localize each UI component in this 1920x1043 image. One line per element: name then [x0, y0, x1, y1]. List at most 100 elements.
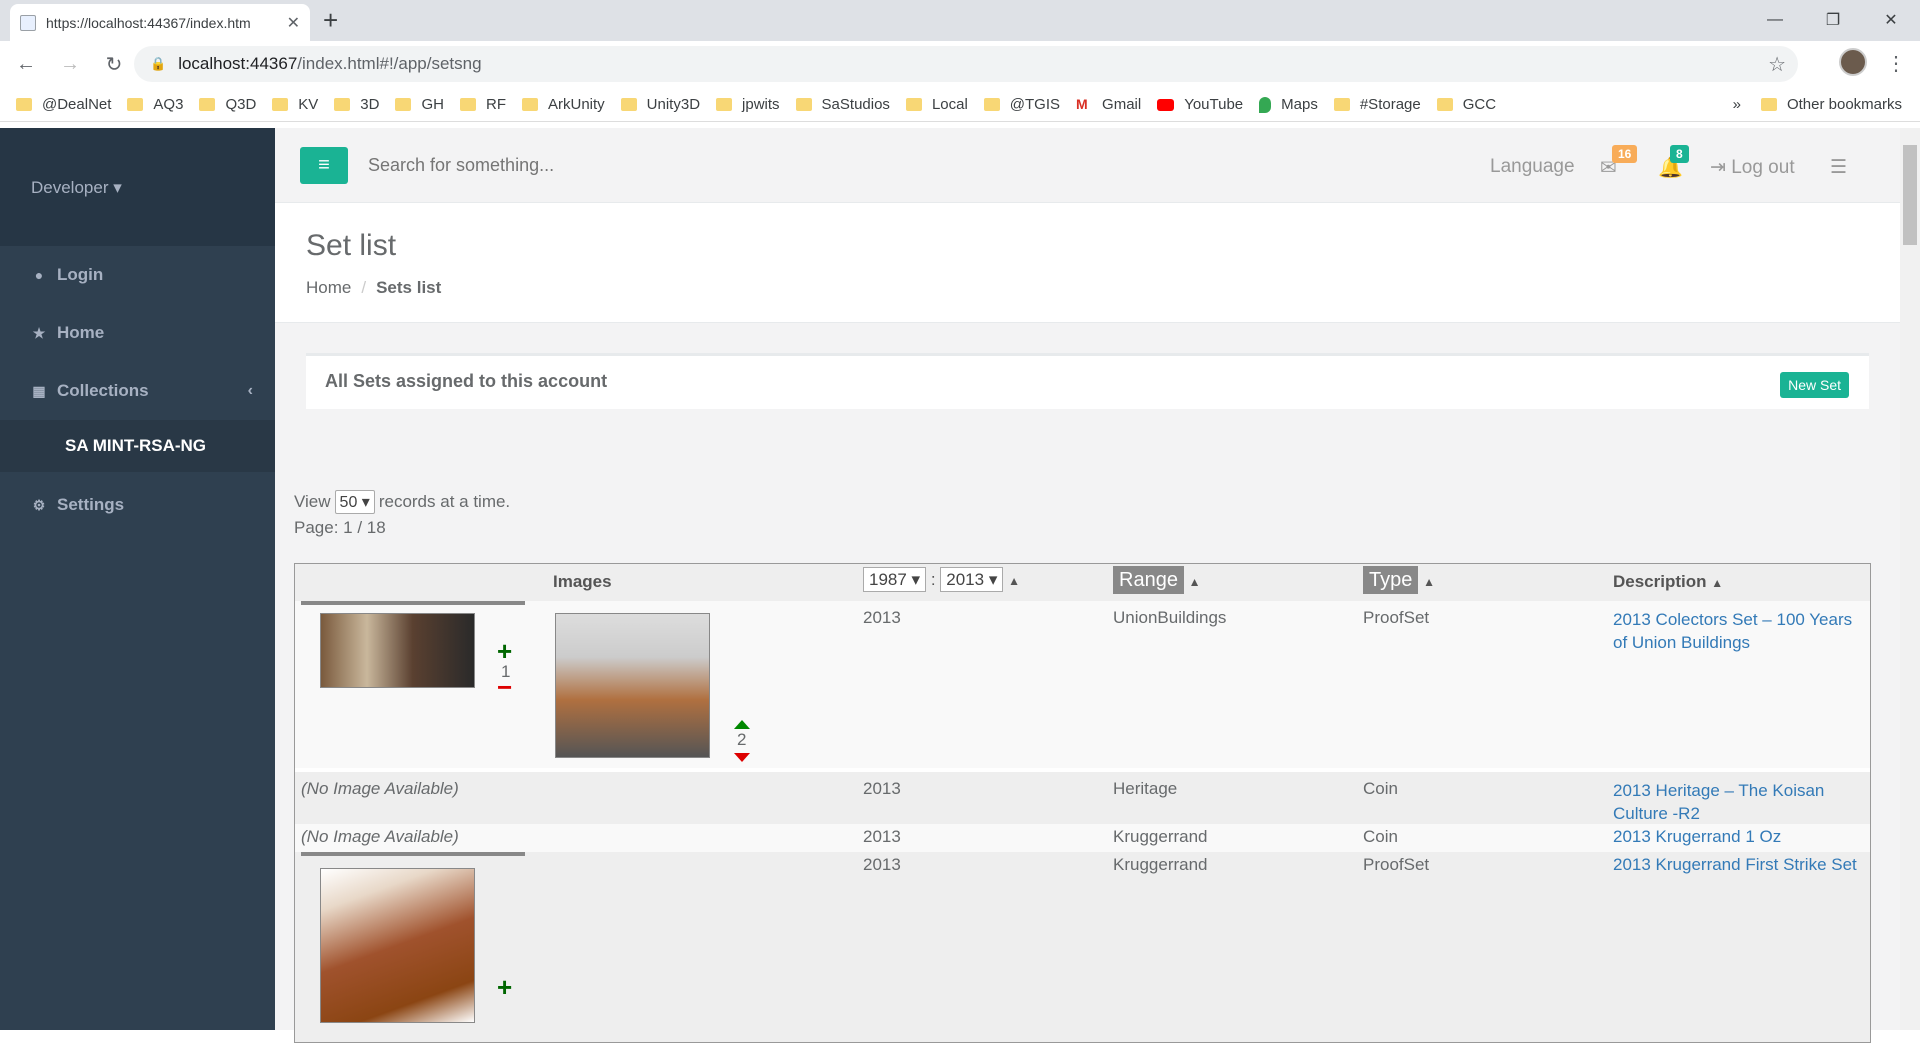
bookmark-item[interactable]: M Gmail: [1076, 96, 1141, 113]
range-cell: Kruggerrand: [1113, 827, 1208, 846]
add-image-icon[interactable]: +: [497, 972, 512, 1003]
folder-icon: [199, 98, 216, 111]
other-bookmarks[interactable]: Other bookmarks: [1760, 96, 1902, 113]
mail-badge: 16: [1612, 145, 1638, 163]
description-link[interactable]: 2013 Heritage – The Koisan Culture -R2: [1613, 779, 1858, 825]
year-cell: 2013: [863, 779, 901, 798]
range-header[interactable]: Range ▲: [1113, 566, 1201, 594]
notification-badge: 8: [1670, 145, 1689, 163]
new-tab-icon[interactable]: +: [323, 6, 338, 34]
bookmark-item[interactable]: Unity3D: [620, 96, 700, 113]
no-image-label: (No Image Available): [301, 827, 459, 846]
browser-tab-strip: https://localhost:44367/index.htm ✕ + — …: [0, 0, 1920, 41]
year-cell: 2013: [863, 827, 901, 846]
year-from-select[interactable]: 1987 ▾: [863, 567, 927, 592]
bookmark-item[interactable]: GCC: [1436, 96, 1496, 113]
move-down-icon[interactable]: [734, 753, 750, 762]
page-title: Set list: [306, 229, 397, 262]
profile-avatar[interactable]: [1839, 48, 1867, 76]
bookmark-item[interactable]: @TGIS: [983, 96, 1060, 113]
type-cell: ProofSet: [1363, 855, 1430, 874]
close-tab-icon[interactable]: ✕: [287, 13, 300, 33]
mail-icon[interactable]: ✉ 16: [1600, 145, 1638, 180]
set-image-thumbnail[interactable]: [320, 868, 475, 1023]
bookmark-item[interactable]: Maps: [1259, 96, 1318, 113]
range-cell: UnionBuildings: [1113, 608, 1227, 627]
folder-icon: [620, 98, 637, 111]
back-icon[interactable]: ←: [8, 47, 44, 83]
close-window-icon[interactable]: ✕: [1862, 0, 1920, 40]
search-input[interactable]: [368, 148, 768, 182]
folder-icon: [127, 98, 144, 111]
maps-icon: [1259, 96, 1272, 113]
page-scrollbar[interactable]: [1900, 128, 1920, 1030]
forward-icon[interactable]: →: [52, 47, 88, 83]
top-navbar: ≡ Language ✉16 🔔8 ⇥ Log out ☰: [275, 128, 1900, 203]
page-size-select[interactable]: 50 ▾: [334, 490, 375, 514]
bookmark-item[interactable]: RF: [459, 96, 506, 113]
bookmark-item[interactable]: @DealNet: [16, 96, 111, 113]
restore-icon[interactable]: ❐: [1804, 0, 1862, 40]
table-row: + 1 − 2 2013 UnionBuildings ProofSet 201…: [295, 601, 1870, 768]
no-image-label: (No Image Available): [301, 779, 459, 798]
sidebar-subitem-sa-mint[interactable]: SA MINT-RSA-NG: [0, 420, 275, 472]
logout-icon: ⇥: [1710, 157, 1732, 178]
browser-tab[interactable]: https://localhost:44367/index.htm ✕: [10, 4, 310, 41]
tab-title: https://localhost:44367/index.htm: [46, 14, 251, 31]
move-up-icon[interactable]: [734, 720, 750, 729]
year-to-select[interactable]: 2013 ▾: [940, 567, 1004, 592]
page-info: Page: 1 / 18: [294, 518, 386, 537]
bookmark-item[interactable]: GH: [395, 96, 444, 113]
folder-icon: [395, 98, 412, 111]
type-cell: Coin: [1363, 779, 1398, 798]
description-link[interactable]: 2013 Colectors Set – 100 Years of Union …: [1613, 608, 1858, 654]
sidebar-item-collections[interactable]: ▦ Collections ‹: [0, 362, 275, 420]
scrollbar-thumb[interactable]: [1903, 145, 1917, 245]
bookmark-item[interactable]: #Storage: [1333, 96, 1421, 113]
address-bar[interactable]: 🔒 localhost:44367/index.html#!/app/setsn…: [134, 46, 1798, 82]
sidebar-item-home[interactable]: ★ Home: [0, 304, 275, 362]
bell-icon[interactable]: 🔔 8: [1658, 145, 1689, 180]
browser-menu-icon[interactable]: ⋮: [1886, 51, 1906, 76]
set-image-thumbnail[interactable]: [320, 613, 475, 688]
bookmark-item[interactable]: SaStudios: [795, 96, 890, 113]
bookmark-item[interactable]: Local: [905, 96, 968, 113]
right-sidebar-toggle-icon[interactable]: ☰: [1830, 156, 1847, 179]
minimize-icon[interactable]: —: [1746, 0, 1804, 40]
folder-icon: [16, 98, 32, 111]
new-set-button[interactable]: New Set: [1780, 372, 1849, 398]
bookmark-item[interactable]: jpwits: [716, 96, 780, 113]
logout-link[interactable]: ⇥ Log out: [1710, 156, 1795, 179]
breadcrumb-home[interactable]: Home: [306, 278, 351, 297]
reload-icon[interactable]: ↻: [96, 47, 132, 83]
row-divider: [301, 852, 525, 856]
sort-asc-icon[interactable]: ▲: [1008, 574, 1020, 588]
page-heading: Set list Home / Sets list: [275, 203, 1900, 323]
sidebar: Developer ▾ ● Login ★ Home ▦ Collections…: [0, 128, 275, 1030]
sidebar-item-login[interactable]: ● Login: [0, 246, 275, 304]
table-row: (No Image Available) 2013 Kruggerrand Co…: [295, 824, 1870, 852]
bookmark-item[interactable]: YouTube: [1157, 96, 1243, 113]
bookmark-item[interactable]: 3D: [334, 96, 379, 113]
description-header[interactable]: Description ▲: [1613, 572, 1723, 592]
description-link[interactable]: 2013 Krugerrand First Strike Set: [1613, 855, 1857, 875]
type-header[interactable]: Type ▲: [1363, 566, 1435, 594]
remove-image-icon[interactable]: −: [497, 672, 512, 703]
panel-title: All Sets assigned to this account: [325, 371, 608, 391]
folder-icon: [521, 98, 538, 111]
bookmark-item[interactable]: ArkUnity: [521, 96, 605, 113]
bookmarks-bar: @DealNet AQ3 Q3D KV 3D GH RF ArkUnity Un…: [0, 88, 1920, 122]
bookmarks-overflow[interactable]: »: [1733, 96, 1741, 113]
bookmark-item[interactable]: Q3D: [199, 96, 256, 113]
bookmark-item[interactable]: KV: [272, 96, 318, 113]
chevron-left-icon: ‹: [247, 382, 253, 399]
description-link[interactable]: 2013 Krugerrand 1 Oz: [1613, 827, 1781, 847]
language-menu[interactable]: Language: [1490, 156, 1575, 178]
hamburger-menu-button[interactable]: ≡: [300, 147, 348, 184]
bookmark-star-icon[interactable]: ☆: [1768, 52, 1786, 77]
sidebar-item-settings[interactable]: ⚙ Settings: [0, 476, 275, 534]
sidebar-item-label: Login: [57, 265, 104, 284]
user-dropdown[interactable]: Developer ▾: [31, 178, 122, 198]
bookmark-item[interactable]: AQ3: [127, 96, 183, 113]
set-image-thumbnail[interactable]: [555, 613, 710, 758]
